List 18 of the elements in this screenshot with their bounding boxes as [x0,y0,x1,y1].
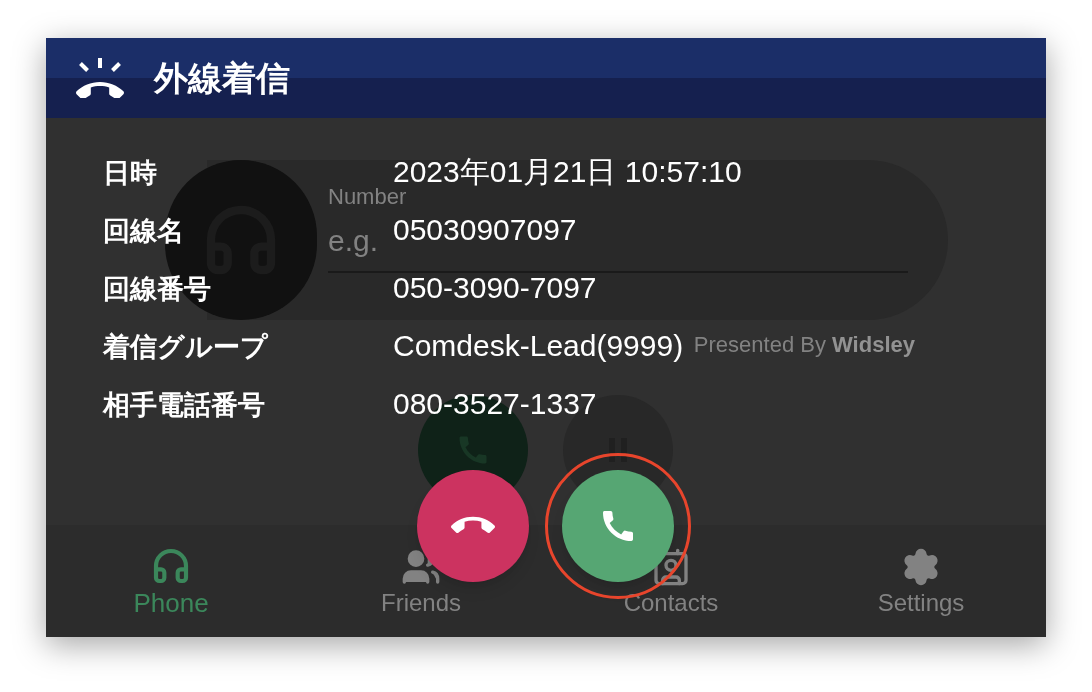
tab[interactable]: Phone [46,525,296,637]
people-icon [401,547,441,587]
info-label: 相手電話番号 [103,390,265,418]
info-value: 2023年01月21日 10:57:10 [393,157,742,187]
info-label: 日時 [103,158,157,186]
info-label: 着信グループ [103,332,268,360]
tab[interactable]: Settings [796,525,1046,637]
credit-text: Presented By Widsley [693,331,915,359]
info-value: Comdesk-Lead(9999) [393,331,684,361]
info-value: 080-3527-1337 [393,389,597,419]
info-label: 回線名 [103,216,184,244]
info-value: 05030907097 [393,215,577,245]
tab[interactable]: Friends [296,525,546,637]
window-title: 外線着信 [154,56,290,100]
info-value: 050-3090-7097 [393,273,597,303]
headset-icon [151,546,191,586]
field-label: Number [328,186,407,208]
ringing-phone-icon [76,58,124,98]
